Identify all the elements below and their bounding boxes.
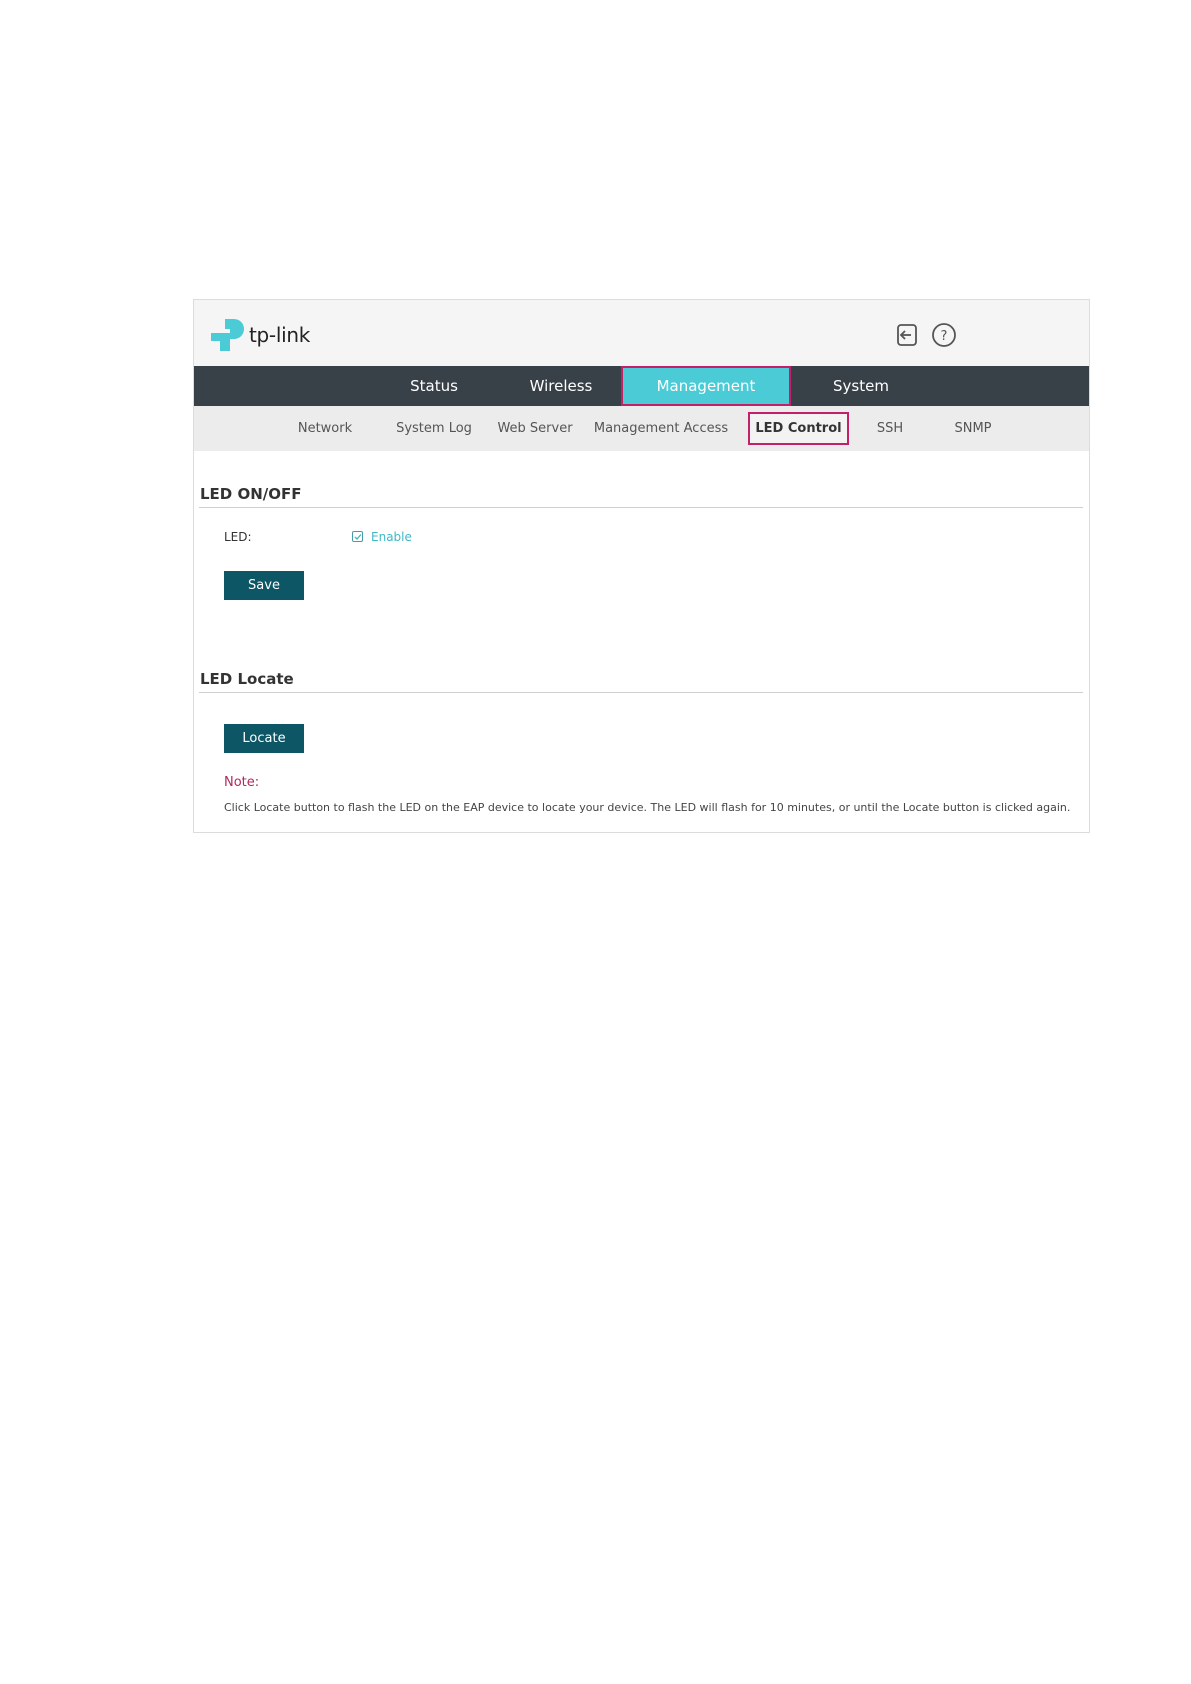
sub-nav: Network System Log Web Server Management… [194, 406, 1089, 451]
led-field-label: LED: [224, 530, 252, 544]
tab-status[interactable]: Status [389, 366, 479, 406]
tab-wireless[interactable]: Wireless [516, 366, 606, 406]
main-nav: Status Wireless Management System [194, 366, 1089, 406]
subtab-management-access[interactable]: Management Access [593, 412, 729, 445]
tab-system[interactable]: System [816, 366, 906, 406]
subtab-snmp[interactable]: SNMP [943, 412, 1003, 445]
app-window: tp-link ? Status Wireless Management Sys… [193, 299, 1090, 833]
tab-management[interactable]: Management [621, 366, 791, 406]
svg-text:?: ? [941, 329, 948, 344]
subtab-network[interactable]: Network [285, 412, 365, 445]
help-icon[interactable]: ? [931, 322, 957, 348]
section-divider [199, 507, 1083, 508]
check-icon [354, 534, 362, 540]
enable-label[interactable]: Enable [371, 530, 412, 544]
locate-button[interactable]: Locate [224, 724, 304, 753]
save-button[interactable]: Save [224, 571, 304, 600]
logo-icon [211, 319, 244, 351]
tp-link-logo: tp-link [208, 314, 318, 356]
header-bar: tp-link ? [194, 300, 1089, 366]
subtab-web-server[interactable]: Web Server [493, 412, 577, 445]
logout-icon[interactable] [894, 322, 920, 348]
subtab-ssh[interactable]: SSH [865, 412, 915, 445]
led-onoff-title: LED ON/OFF [200, 485, 302, 503]
section-divider [199, 692, 1083, 693]
subtab-system-log[interactable]: System Log [389, 412, 479, 445]
note-label: Note: [224, 775, 260, 790]
enable-checkbox[interactable] [352, 531, 363, 542]
led-locate-title: LED Locate [200, 670, 294, 688]
note-text: Click Locate button to flash the LED on … [224, 801, 1071, 814]
subtab-led-control[interactable]: LED Control [748, 412, 849, 445]
logo-text: tp-link [249, 323, 311, 347]
